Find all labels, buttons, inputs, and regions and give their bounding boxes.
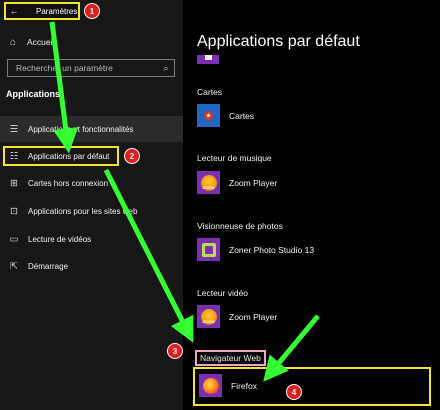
nav-item-label: Applications et fonctionnalités — [28, 124, 134, 134]
annotation-badge-4: 4 — [286, 384, 302, 400]
nav-item-apps-features[interactable]: ☰ Applications et fonctionnalités — [0, 116, 183, 142]
nav-item-label: Cartes hors connexion — [28, 178, 109, 188]
section-heading: Applications — [6, 89, 61, 99]
nav-item-offline-maps[interactable]: ⊞ Cartes hors connexion — [0, 170, 183, 196]
page-title: Applications par défaut — [197, 33, 360, 50]
window-title: Paramètres — [36, 6, 78, 16]
nav-item-label: Lecture de vidéos — [28, 234, 92, 244]
settings-nav-pane: ← Paramètres ⌂ Accueil Rechercher un par… — [0, 0, 183, 410]
home-label: Accueil — [27, 37, 55, 47]
firefox-icon — [199, 374, 222, 397]
nav-item-label: Applications par défaut — [28, 151, 110, 161]
search-icon: ⌕ — [163, 62, 169, 73]
nav-item-video-playback[interactable]: ▭ Lecture de vidéos — [0, 226, 183, 252]
back-arrow-icon[interactable]: ← — [6, 6, 22, 16]
app-name: Zoom Player — [229, 311, 278, 322]
annotation-badge-3: 3 — [167, 343, 183, 359]
app-picker-video[interactable]: ZOOM Zoom Player — [197, 305, 277, 328]
app-name: Cartes — [229, 110, 255, 121]
nav-item-label: Applications pour les sites web — [28, 206, 138, 216]
annotation-badge-1: 1 — [84, 3, 100, 19]
app-name: Zoner Photo Studio 13 — [229, 244, 315, 255]
category-label-text: Navigateur Web — [200, 353, 261, 363]
home-icon: ⌂ — [9, 36, 17, 48]
partial-app-tile — [197, 55, 219, 64]
zoom-player-icon: ZOOM — [197, 171, 220, 194]
default-apps-icon: ☷ — [9, 150, 19, 162]
app-picker-photos[interactable]: Zoner Photo Studio 13 — [197, 238, 314, 261]
video-playback-icon: ▭ — [9, 233, 19, 245]
nav-item-apps-websites[interactable]: ⊡ Applications pour les sites web — [0, 198, 183, 224]
app-picker-music[interactable]: ZOOM Zoom Player — [197, 171, 277, 194]
zoner-photo-studio-icon — [197, 238, 220, 261]
category-label-music: Lecteur de musique — [197, 153, 272, 163]
category-label-web-browser: Navigateur Web — [195, 350, 266, 366]
startup-icon: ⇱ — [10, 260, 18, 272]
apps-list-icon: ☰ — [9, 123, 19, 135]
category-label-photos: Visionneuse de photos — [197, 221, 283, 231]
default-apps-pane: Applications par défaut Cartes Cartes Le… — [183, 0, 440, 410]
category-label-video: Lecteur vidéo — [197, 288, 249, 298]
search-placeholder: Rechercher un paramètre — [16, 63, 113, 73]
app-picker-maps[interactable]: Cartes — [197, 104, 254, 127]
zoom-player-icon: ZOOM — [197, 305, 220, 328]
nav-item-label: Démarrage — [28, 261, 69, 271]
nav-item-startup[interactable]: ⇱ Démarrage — [0, 253, 183, 279]
offline-maps-icon: ⊞ — [10, 177, 18, 189]
maps-app-icon — [197, 104, 220, 127]
apps-websites-icon: ⊡ — [10, 205, 18, 217]
app-name: Firefox — [231, 380, 257, 391]
annotation-badge-2: 2 — [124, 148, 140, 164]
home-nav-item[interactable]: ⌂ Accueil — [6, 35, 54, 49]
app-picker-web-browser[interactable]: Firefox — [199, 374, 257, 397]
title-bar: ← Paramètres — [4, 2, 80, 20]
category-label-maps: Cartes — [197, 87, 223, 97]
nav-item-default-apps[interactable]: ☷ Applications par défaut — [0, 143, 183, 169]
search-input[interactable]: Rechercher un paramètre ⌕ — [7, 59, 175, 77]
app-name: Zoom Player — [229, 177, 278, 188]
